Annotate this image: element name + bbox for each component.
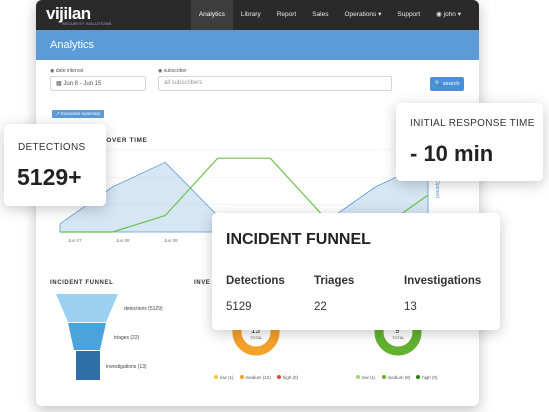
x-tick-label: Jun 08: [116, 238, 130, 243]
funnel-stage-detections: [56, 294, 118, 322]
nav-support[interactable]: Support: [389, 0, 428, 30]
funnel-value-investigations: 13: [404, 301, 417, 313]
donut-1-legend: low (1) medium (12) high (0): [214, 375, 298, 380]
incident-funnel-panel-title: INCIDENT FUNNEL: [50, 280, 114, 286]
funnel-label-detections: detections (5129): [124, 306, 163, 312]
funnel-value-triages: 22: [314, 301, 327, 313]
funnel-label-triages: triages (22): [114, 335, 140, 341]
nav-analytics[interactable]: Analytics: [190, 0, 233, 30]
screenshot-stage: vijilan SECURITY SOLUTIONS Analytics Lib…: [0, 0, 549, 412]
legend-item-high: high (0): [416, 375, 438, 380]
donut-1-center-label: TOTAL: [250, 335, 263, 340]
funnel-stage-investigations: [76, 351, 100, 380]
donut-2-legend: low (1) medium (8) high (0): [356, 375, 438, 380]
initial-response-label: INITIAL RESPONSE TIME: [410, 118, 535, 129]
initial-response-card: INITIAL RESPONSE TIME - 10 min: [396, 103, 543, 181]
nav-operations[interactable]: Operations ▾: [337, 0, 390, 30]
x-tick-label: Jun 09: [164, 238, 178, 243]
nav-report[interactable]: Report: [269, 0, 305, 30]
top-navbar: vijilan SECURITY SOLUTIONS Analytics Lib…: [36, 0, 479, 30]
date-interval-input[interactable]: ▦ Jun 8 - Jun 15: [50, 76, 146, 91]
x-tick-label: Jun 07: [68, 238, 82, 243]
funnel-value-detections: 5129: [226, 301, 252, 313]
donut-2-center-label: TOTAL: [392, 335, 405, 340]
funnel-header-investigations: Investigations: [404, 275, 482, 287]
user-menu[interactable]: ◉ john ▾: [428, 0, 469, 30]
legend-item-medium: medium (8): [381, 375, 410, 380]
y-axis-label: Opened: [434, 180, 440, 198]
subscriber-label: ◉ subscriber: [158, 68, 187, 74]
investigations-panel-title: INVE: [194, 280, 211, 286]
detections-card: DETECTIONS 5129+: [4, 124, 106, 206]
date-interval-label: ◉ date interval: [50, 68, 83, 74]
subscriber-select[interactable]: all subscribers: [158, 76, 392, 91]
search-button[interactable]: 🔍 search: [430, 77, 464, 91]
legend-item-high: high (0): [276, 375, 298, 380]
incident-funnel-card: INCIDENT FUNNEL Detections Triages Inves…: [212, 213, 500, 330]
page-title: Analytics: [36, 30, 479, 60]
legend-item-low: low (1): [214, 375, 234, 380]
nav-sales[interactable]: Sales: [304, 0, 336, 30]
brand-subtitle: SECURITY SOLUTIONS: [62, 21, 112, 26]
legend-item-low: low (1): [356, 375, 376, 380]
detections-card-value: 5129+: [17, 164, 82, 190]
funnel-label-investigations: investigations (13): [106, 364, 147, 370]
initial-response-value: - 10 min: [410, 141, 494, 166]
funnel-header-triages: Triages: [314, 275, 355, 287]
legend-item-medium: medium (12): [239, 375, 271, 380]
funnel-stage-triages: [68, 323, 106, 350]
executive-summary-tag[interactable]: ↗ Executive summary: [52, 110, 105, 118]
nav-menu: Analytics Library Report Sales Operation…: [190, 0, 469, 30]
filters-bar: ◉ date interval ▦ Jun 8 - Jun 15 ◉ subsc…: [50, 68, 470, 98]
incident-funnel-card-title: INCIDENT FUNNEL: [226, 231, 371, 248]
funnel-header-detections: Detections: [226, 275, 285, 287]
detections-card-label: DETECTIONS: [18, 142, 86, 153]
nav-library[interactable]: Library: [233, 0, 269, 30]
